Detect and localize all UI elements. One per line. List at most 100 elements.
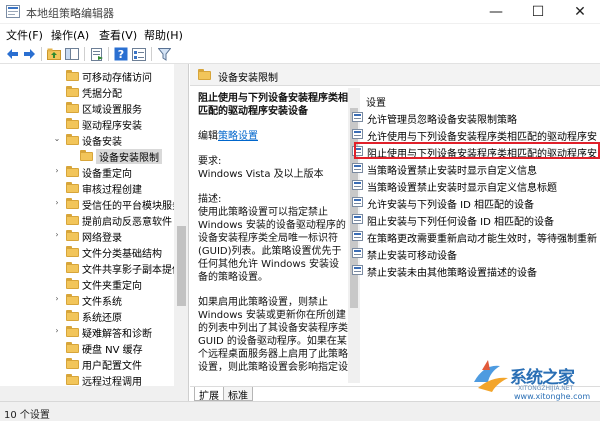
- setting-row[interactable]: 在策略更改需要重新启动才能生效时，等待强制重新: [350, 229, 600, 245]
- tree-expander[interactable]: [52, 182, 62, 192]
- watermark-url: www.xitonghe.com: [514, 392, 591, 401]
- tree-expander[interactable]: [52, 214, 62, 224]
- folder-icon: [66, 342, 79, 353]
- folder-icon: [80, 150, 93, 161]
- forward-arrow-icon[interactable]: [21, 46, 38, 62]
- tree-expander[interactable]: [52, 278, 62, 288]
- tree-item[interactable]: › 疑难解答和诊断: [0, 324, 180, 340]
- folder-up-icon[interactable]: [45, 46, 62, 62]
- tree-expander[interactable]: [52, 118, 62, 128]
- tree-expander[interactable]: [52, 246, 62, 256]
- tree-expander[interactable]: ›: [52, 166, 62, 176]
- setting-row[interactable]: 禁止安装可移动设备: [350, 246, 600, 262]
- policy-setting-icon: [352, 265, 363, 275]
- menu-action[interactable]: 操作(A): [51, 27, 89, 43]
- tree-expander[interactable]: [52, 358, 62, 368]
- setting-label: 当策略设置禁止安装时显示自定义信息标题: [367, 183, 557, 194]
- tree-item[interactable]: 文件夹重定向: [0, 276, 180, 292]
- edit-policy-line: 编辑策略设置: [198, 130, 348, 143]
- setting-row[interactable]: 阻止安装与下列任何设备 ID 相匹配的设备: [350, 212, 600, 228]
- setting-row[interactable]: 禁止安装未由其他策略设置描述的设备: [350, 263, 600, 279]
- tree-item-label: 文件系统: [82, 297, 122, 308]
- scrollbar-thumb[interactable]: [177, 226, 186, 306]
- tree-item[interactable]: 审核过程创建: [0, 180, 180, 196]
- setting-row[interactable]: 当策略设置禁止安装时显示自定义信息: [350, 161, 600, 177]
- details-header-title: 设备安装限制: [218, 73, 278, 84]
- tree-expander[interactable]: ›: [52, 326, 62, 336]
- tab-standard[interactable]: 标准: [223, 387, 253, 401]
- tree-item[interactable]: › 受信任的平台模块服务: [0, 196, 182, 212]
- tree-expander[interactable]: [52, 342, 62, 352]
- tree-expander[interactable]: [52, 70, 62, 80]
- settings-column-header[interactable]: 设置: [366, 94, 386, 109]
- tree-item-selected[interactable]: 设备安装限制: [0, 148, 180, 164]
- menu-view[interactable]: 查看(V): [99, 27, 137, 43]
- tree-expander[interactable]: [66, 150, 76, 160]
- setting-row[interactable]: 当策略设置禁止安装时显示自定义信息标题: [350, 178, 600, 194]
- tree-item[interactable]: 硬盘 NV 缓存: [0, 340, 180, 356]
- minimize-button[interactable]: —: [476, 0, 516, 24]
- tree-vertical-scrollbar[interactable]: [174, 64, 188, 401]
- watermark-subtitle: XITONGZHIJIA.NET: [518, 385, 574, 392]
- folder-icon: [66, 374, 79, 385]
- tree-item-label: 区域设置服务: [82, 105, 142, 116]
- setting-label: 允许安装与下列设备 ID 相匹配的设备: [367, 200, 535, 211]
- policy-setting-icon: [352, 214, 363, 224]
- show-hide-tree-icon[interactable]: [63, 46, 80, 62]
- tree-item[interactable]: 文件分类基础结构: [0, 244, 180, 260]
- requirements-value: Windows Vista 及以上版本: [198, 169, 324, 180]
- policy-setting-icon: [352, 197, 363, 207]
- tree-item-label: 文件共享影子副本提供: [82, 265, 182, 276]
- toolbar-separator: [41, 47, 42, 61]
- tree-expander[interactable]: ›: [52, 230, 62, 240]
- tree-expander[interactable]: [52, 262, 62, 272]
- tree-expander[interactable]: ›: [52, 294, 62, 304]
- folder-icon: [66, 358, 79, 369]
- tree-item[interactable]: › 设备重定向: [0, 164, 180, 180]
- tab-extended[interactable]: 扩展: [194, 387, 224, 401]
- folder-icon: [198, 69, 211, 80]
- folder-icon: [66, 102, 79, 113]
- group-policy-editor-icon: [6, 5, 20, 18]
- red-highlight-box: [354, 142, 600, 159]
- tree-item[interactable]: › 文件系统: [0, 292, 180, 308]
- setting-row[interactable]: 允许安装与下列设备 ID 相匹配的设备: [350, 195, 600, 211]
- close-button[interactable]: ✕: [560, 0, 600, 24]
- maximize-button[interactable]: ☐: [518, 0, 558, 24]
- export-list-icon[interactable]: [88, 46, 105, 62]
- setting-row[interactable]: 允许使用与下列设备安装程序类相匹配的驱动程序安: [350, 127, 600, 143]
- setting-row[interactable]: 允许管理员忽略设备安装限制策略: [350, 110, 600, 126]
- filter-icon[interactable]: [156, 46, 173, 62]
- tree-item[interactable]: 凭据分配: [0, 84, 180, 100]
- tree-expander[interactable]: ›: [52, 198, 62, 208]
- tree-expander[interactable]: [52, 374, 62, 384]
- menu-help[interactable]: 帮助(H): [144, 27, 183, 43]
- tree-item[interactable]: 系统还原: [0, 308, 180, 324]
- tree-item[interactable]: ⌄ 设备安装: [0, 132, 180, 148]
- folder-icon: [66, 182, 79, 193]
- tree-horizontal-scrollbar[interactable]: [0, 386, 174, 401]
- tree-item[interactable]: 用户配置文件: [0, 356, 180, 372]
- folder-icon: [66, 294, 79, 305]
- tree-item[interactable]: › 网络登录: [0, 228, 180, 244]
- tree-expander[interactable]: ⌄: [52, 134, 62, 144]
- folder-icon: [66, 310, 79, 321]
- tree-expander[interactable]: [52, 310, 62, 320]
- tree-item-label: 硬盘 NV 缓存: [82, 345, 143, 356]
- back-arrow-icon[interactable]: [4, 46, 21, 62]
- tree-expander[interactable]: [52, 86, 62, 96]
- tree-item[interactable]: 驱动程序安装: [0, 116, 180, 132]
- tree-item[interactable]: 可移动存储访问: [0, 68, 180, 84]
- menu-file[interactable]: 文件(F): [6, 27, 43, 43]
- help-icon[interactable]: ?: [112, 46, 129, 62]
- properties-icon[interactable]: [130, 46, 147, 62]
- policy-setting-icon: [352, 248, 363, 258]
- tree-item[interactable]: 提前启动反恶意软件: [0, 212, 180, 228]
- tree-item[interactable]: 区域设置服务: [0, 100, 180, 116]
- tree-expander[interactable]: [52, 102, 62, 112]
- edit-policy-link[interactable]: 策略设置: [218, 131, 258, 142]
- watermark: 系统之家 XITONGZHIJIA.NET www.xitonghe.com: [470, 356, 600, 401]
- tree-item[interactable]: 文件共享影子副本提供: [0, 260, 182, 276]
- description-paragraph: 如果启用此策略设置，则禁止 Windows 安装或更新你在所创建的列表中列出了其…: [198, 297, 348, 373]
- setting-label: 允许管理员忽略设备安装限制策略: [367, 115, 517, 126]
